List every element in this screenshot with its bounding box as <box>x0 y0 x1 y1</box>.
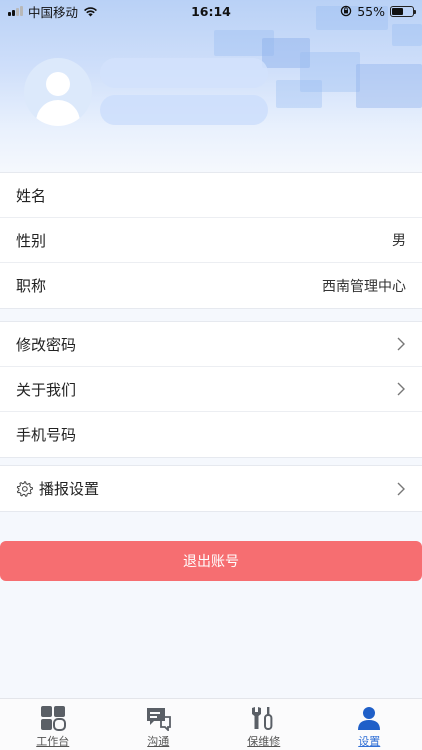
menu-item-about-us[interactable]: 关于我们 <box>0 367 422 412</box>
info-row-value: 西南管理中心 <box>322 278 406 295</box>
user-subtitle-placeholder <box>100 95 268 125</box>
tab-label: 保维修 <box>247 735 281 748</box>
info-row-gender[interactable]: 性别 男 <box>0 218 422 263</box>
user-icon <box>358 707 381 730</box>
menu-item-broadcast-settings[interactable]: 播报设置 <box>0 466 422 511</box>
chat-icon <box>147 708 172 731</box>
chevron-right-icon <box>397 382 405 396</box>
menu-item-label: 播报设置 <box>39 480 100 498</box>
battery-icon <box>390 5 416 17</box>
rotation-lock-icon <box>340 5 352 17</box>
tab-label: 设置 <box>358 735 381 748</box>
tab-workbench[interactable]: 工作台 <box>0 699 106 750</box>
info-row-label: 姓名 <box>16 186 47 205</box>
chevron-right-icon <box>397 482 405 495</box>
menu-item-label: 修改密码 <box>16 335 77 354</box>
menu-item-phone-number[interactable]: 手机号码 <box>0 412 422 457</box>
tab-label: 工作台 <box>36 735 70 748</box>
info-row-name[interactable]: 姓名 <box>0 173 422 218</box>
grid-icon <box>40 706 66 731</box>
carrier-name: 中国移动 <box>28 4 79 20</box>
status-bar: 中国移动 16:14 55% <box>0 0 422 22</box>
battery-percent: 55% <box>357 3 385 19</box>
menu-item-label: 关于我们 <box>16 380 77 399</box>
tab-label: 沟通 <box>147 735 170 748</box>
gear-icon <box>16 481 33 497</box>
info-row-label: 职称 <box>16 277 47 295</box>
tab-chat[interactable]: 沟通 <box>106 699 212 750</box>
info-row-label: 性别 <box>16 231 47 250</box>
account-menu-group: 修改密码 关于我们 手机号码 <box>0 321 422 458</box>
profile-info-group: 姓名 性别 男 职称 西南管理中心 <box>0 172 422 309</box>
chevron-right-icon <box>397 337 405 351</box>
info-row-value: 男 <box>392 233 406 249</box>
broadcast-settings-group: 播报设置 <box>0 465 422 512</box>
username-placeholder <box>100 58 268 88</box>
tab-settings[interactable]: 设置 <box>317 699 422 750</box>
info-row-title[interactable]: 职称 西南管理中心 <box>0 263 422 308</box>
signal-icon <box>8 6 23 16</box>
user-avatar-icon[interactable] <box>24 58 92 126</box>
menu-item-label: 手机号码 <box>16 426 77 444</box>
menu-item-change-password[interactable]: 修改密码 <box>0 322 422 367</box>
wrench-icon <box>251 707 273 730</box>
wifi-icon <box>84 6 98 16</box>
bottom-tab-bar: 工作台 沟通 保维修 设置 <box>0 698 422 750</box>
logout-button[interactable]: 退出账号 <box>0 541 422 581</box>
profile-header <box>0 0 422 172</box>
tab-maintenance[interactable]: 保维修 <box>211 699 317 750</box>
